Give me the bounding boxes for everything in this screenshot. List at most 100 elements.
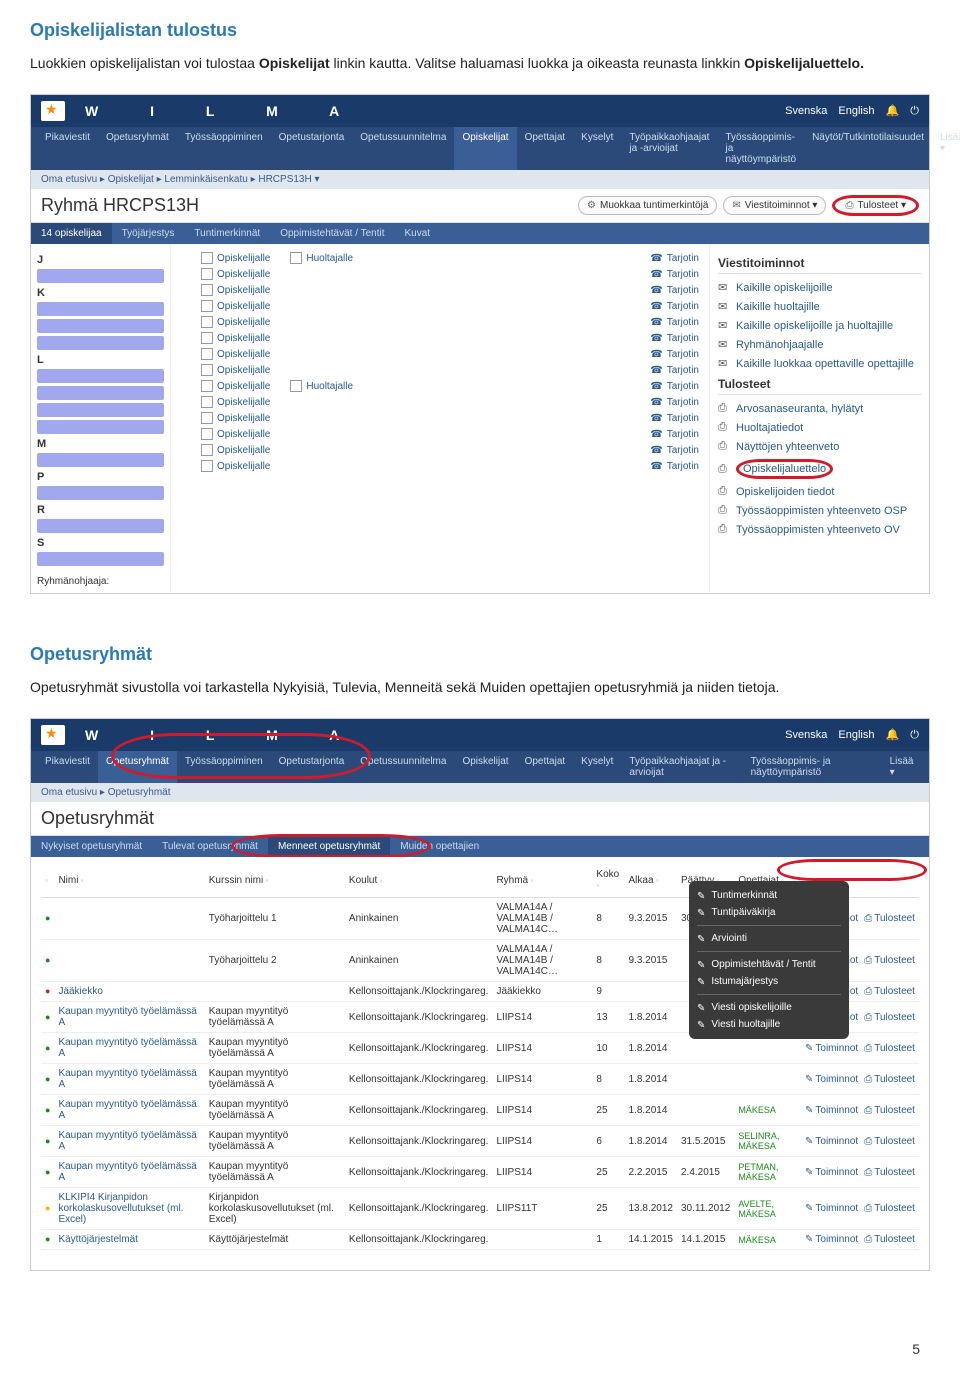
tarjotin-link[interactable]: Tarjotin bbox=[650, 285, 699, 296]
cell-name[interactable] bbox=[54, 898, 204, 940]
nav-item[interactable]: Työssäoppimis- ja näyttöympäristö bbox=[717, 127, 804, 170]
tarjotin-link[interactable]: Tarjotin bbox=[650, 365, 699, 376]
tarjotin-link[interactable]: Tarjotin bbox=[650, 269, 699, 280]
nav-item[interactable]: Kyselyt bbox=[573, 127, 621, 170]
col-header[interactable] bbox=[41, 863, 54, 898]
lang-sv-2[interactable]: Svenska bbox=[785, 729, 827, 741]
tuloste-link[interactable]: Opiskelijoiden tiedot bbox=[718, 482, 921, 501]
opiskelijalle-link[interactable]: Opiskelijalle bbox=[201, 300, 270, 312]
col-header[interactable]: Koulut bbox=[345, 863, 493, 898]
opiskelijalle-link[interactable]: Opiskelijalle bbox=[201, 364, 270, 376]
toiminnot-link[interactable]: Toiminnot bbox=[805, 1074, 858, 1085]
bell-icon[interactable]: 🔔 bbox=[886, 105, 900, 117]
nav-item[interactable]: Pikaviestit bbox=[37, 751, 98, 783]
nav-item[interactable]: Näytöt/Tutkintotilaisuudet bbox=[804, 127, 932, 170]
nav-item[interactable]: Kyselyt bbox=[573, 751, 621, 783]
tulosteet-link[interactable]: Tulosteet bbox=[864, 1234, 915, 1245]
nav-item[interactable]: Opetussuunnitelma bbox=[352, 127, 454, 170]
tuloste-link[interactable]: Työssäoppimisten yhteenveto OSP bbox=[718, 501, 921, 520]
nav-item[interactable]: Pikaviestit bbox=[37, 127, 98, 170]
nav-item[interactable]: Lisää ▾ bbox=[932, 127, 960, 170]
opiskelijalle-link[interactable]: Opiskelijalle bbox=[201, 380, 270, 392]
tuloste-link[interactable]: Opiskelijaluettelo bbox=[718, 456, 921, 482]
opiskelijalle-link[interactable]: Opiskelijalle bbox=[201, 428, 270, 440]
tarjotin-link[interactable]: Tarjotin bbox=[650, 301, 699, 312]
cell-name[interactable]: KLKIPI4 Kirjanpidon korkolaskusovellutuk… bbox=[54, 1188, 204, 1230]
toiminnot-link[interactable]: Toiminnot bbox=[805, 1167, 858, 1178]
tarjotin-link[interactable]: Tarjotin bbox=[650, 381, 699, 392]
toiminnot-link[interactable]: Toiminnot bbox=[805, 1105, 858, 1116]
tulosteet-link[interactable]: Tulosteet bbox=[864, 1074, 915, 1085]
col-header[interactable]: Ryhmä bbox=[492, 863, 592, 898]
tulosteet-link[interactable]: Tulosteet bbox=[864, 1105, 915, 1116]
nav-item[interactable]: Työpaikkaohjaajat ja -arvioijat bbox=[621, 751, 742, 783]
toiminnot-link[interactable]: Toiminnot bbox=[805, 1234, 858, 1245]
opiskelijalle-link[interactable]: Opiskelijalle bbox=[201, 460, 270, 472]
popup-item[interactable]: Oppimistehtävät / Tentit bbox=[697, 956, 841, 973]
popup-item[interactable]: Viesti opiskelijoille bbox=[697, 999, 841, 1016]
col-header[interactable]: Alkaa bbox=[625, 863, 678, 898]
opiskelijalle-link[interactable]: Opiskelijalle bbox=[201, 412, 270, 424]
nav-item[interactable]: Työssäoppimis- ja näyttöympäristö bbox=[743, 751, 882, 783]
col-header[interactable]: Nimi bbox=[54, 863, 204, 898]
tulosteet-link[interactable]: Tulosteet bbox=[864, 986, 915, 997]
tab[interactable]: Tuntimerkinnät bbox=[184, 223, 270, 244]
opiskelijalle-link[interactable]: Opiskelijalle bbox=[201, 444, 270, 456]
tarjotin-link[interactable]: Tarjotin bbox=[650, 349, 699, 360]
lang-sv[interactable]: Svenska bbox=[785, 105, 827, 117]
toiminnot-popup[interactable]: TuntimerkinnätTuntipäiväkirjaArviointiOp… bbox=[689, 881, 849, 1039]
lang-switch[interactable]: Svenska English 🔔 ⏻ bbox=[777, 104, 919, 118]
nav-item[interactable]: Opiskelijat bbox=[454, 751, 516, 783]
cell-name[interactable]: Kaupan myyntityö työelämässä A bbox=[54, 1064, 204, 1095]
nav-item[interactable]: Lisää ▾ bbox=[882, 751, 923, 783]
popup-item[interactable]: Tuntimerkinnät bbox=[697, 887, 841, 904]
tarjotin-link[interactable]: Tarjotin bbox=[650, 333, 699, 344]
viesti-link[interactable]: Kaikille opiskelijoille bbox=[718, 278, 921, 297]
cell-name[interactable]: Kaupan myyntityö työelämässä A bbox=[54, 1126, 204, 1157]
tulosteet-link[interactable]: Tulosteet bbox=[864, 1167, 915, 1178]
cell-name[interactable]: Kaupan myyntityö työelämässä A bbox=[54, 1157, 204, 1188]
nav-item[interactable]: Opettajat bbox=[517, 751, 574, 783]
tulosteet-button[interactable]: Tulosteet ▾ bbox=[832, 195, 919, 216]
tarjotin-link[interactable]: Tarjotin bbox=[650, 413, 699, 424]
lang-en[interactable]: English bbox=[838, 105, 874, 117]
col-header[interactable]: Kurssin nimi bbox=[205, 863, 345, 898]
popup-item[interactable]: Arviointi bbox=[697, 930, 841, 947]
nav-item[interactable]: Opiskelijat bbox=[454, 127, 516, 170]
tulosteet-link[interactable]: Tulosteet bbox=[864, 1203, 915, 1214]
cell-name[interactable]: Kaupan myyntityö työelämässä A bbox=[54, 1095, 204, 1126]
tulosteet-link[interactable]: Tulosteet bbox=[864, 1012, 915, 1023]
popup-item[interactable]: Istumajärjestys bbox=[697, 973, 841, 990]
nav-item[interactable]: Opetustarjonta bbox=[271, 127, 353, 170]
tuloste-link[interactable]: Huoltajatiedot bbox=[718, 418, 921, 437]
cell-name[interactable] bbox=[54, 940, 204, 982]
tuloste-link[interactable]: Näyttöjen yhteenveto bbox=[718, 437, 921, 456]
edit-button[interactable]: Muokkaa tuntimerkintöjä bbox=[578, 196, 717, 215]
viesti-link[interactable]: Kaikille huoltajille bbox=[718, 297, 921, 316]
tab[interactable]: Työjärjestys bbox=[112, 223, 185, 244]
opiskelijalle-link[interactable]: Opiskelijalle bbox=[201, 348, 270, 360]
lang-switch-2[interactable]: Svenska English 🔔 ⏻ bbox=[777, 728, 919, 742]
lang-en-2[interactable]: English bbox=[838, 729, 874, 741]
cell-name[interactable]: Kaupan myyntityö työelämässä A bbox=[54, 1033, 204, 1064]
col-header[interactable]: Koko bbox=[592, 863, 624, 898]
tab[interactable]: 14 opiskelijaa bbox=[31, 223, 112, 244]
nav-item[interactable]: Työpaikkaohjaajat ja -arvioijat bbox=[621, 127, 717, 170]
viesti-link[interactable]: Ryhmänohjaajalle bbox=[718, 335, 921, 354]
tarjotin-link[interactable]: Tarjotin bbox=[650, 429, 699, 440]
viesti-button[interactable]: Viestitoiminnot ▾ bbox=[723, 196, 826, 215]
power-icon-2[interactable]: ⏻ bbox=[910, 729, 919, 741]
cell-name[interactable]: Jääkiekko bbox=[54, 982, 204, 1002]
nav-item[interactable]: Opetusryhmät bbox=[98, 127, 177, 170]
toiminnot-link[interactable]: Toiminnot bbox=[805, 1136, 858, 1147]
nav-item[interactable]: Työssäoppiminen bbox=[177, 127, 271, 170]
tuloste-link[interactable]: Työssäoppimisten yhteenveto OV bbox=[718, 520, 921, 539]
tarjotin-link[interactable]: Tarjotin bbox=[650, 253, 699, 264]
tulosteet-link[interactable]: Tulosteet bbox=[864, 1136, 915, 1147]
tuloste-link[interactable]: Arvosanaseuranta, hylätyt bbox=[718, 399, 921, 418]
tarjotin-link[interactable]: Tarjotin bbox=[650, 397, 699, 408]
opiskelijalle-link[interactable]: Opiskelijalle bbox=[201, 268, 270, 280]
huoltajalle-link[interactable]: Huoltajalle bbox=[290, 380, 353, 392]
opiskelijalle-link[interactable]: Opiskelijalle bbox=[201, 316, 270, 328]
tarjotin-link[interactable]: Tarjotin bbox=[650, 445, 699, 456]
